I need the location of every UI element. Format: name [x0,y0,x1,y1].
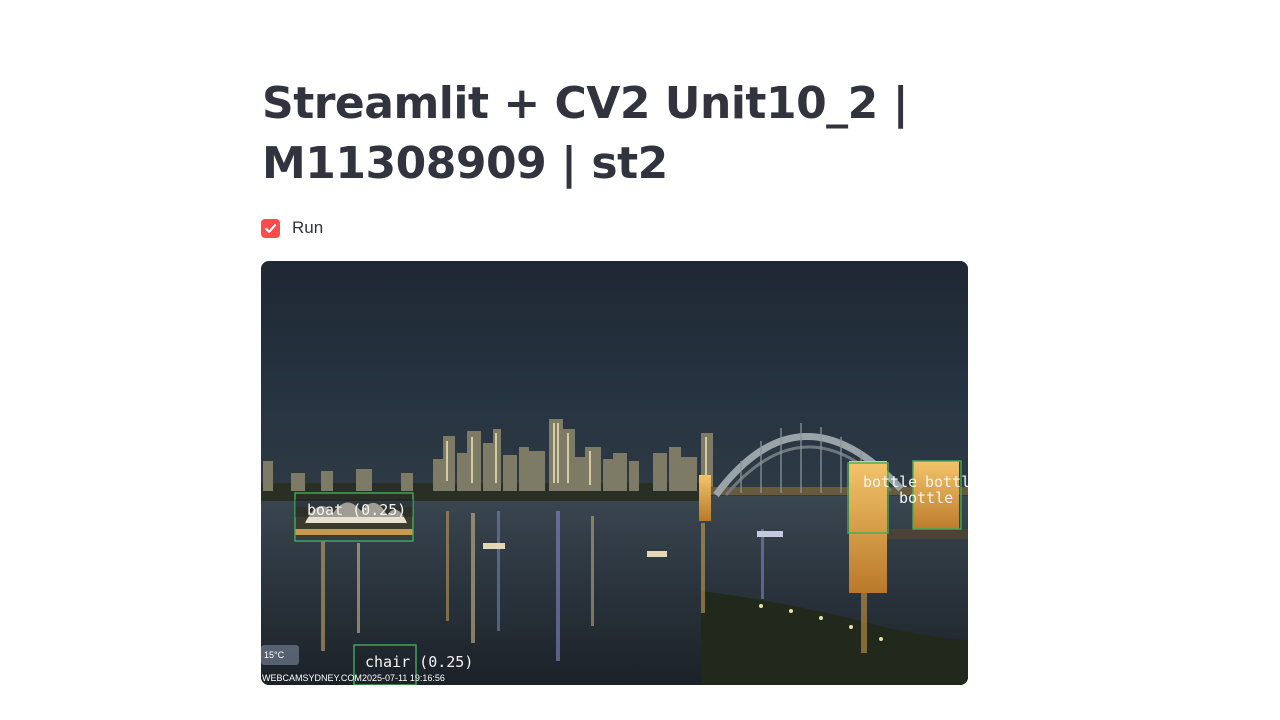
detection-label-boat: boat (0.25) [307,501,406,519]
video-frame: boat (0.25) chair (0.25) bottle bottle b… [261,261,968,685]
webcam-image: boat (0.25) chair (0.25) bottle bottle b… [261,261,968,685]
checkbox-checked-icon[interactable] [261,218,280,238]
app-main: Streamlit + CV2 Unit10_2 | M11308909 | s… [0,0,1280,720]
weather-watermark: 15°C [264,650,285,660]
source-watermark: WEBCAMSYDNEY.COM [262,673,362,683]
run-checkbox[interactable]: Run [261,217,323,239]
timestamp-watermark: 2025-07-11 19:16:56 [362,673,445,683]
detection-label-chair: chair (0.25) [365,653,473,671]
detection-label-bottle-3: bottle [899,489,953,507]
page-title: Streamlit + CV2 Unit10_2 | M11308909 | s… [262,78,909,189]
run-checkbox-label: Run [292,218,324,237]
